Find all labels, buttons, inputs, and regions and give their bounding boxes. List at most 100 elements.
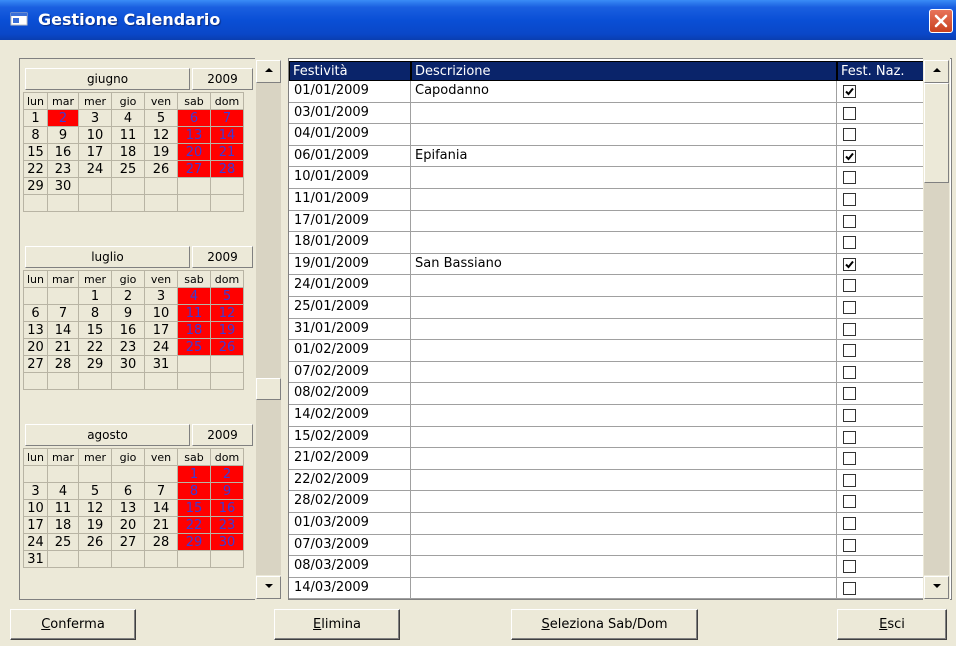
day-cell[interactable]: 15 bbox=[23, 143, 48, 161]
day-cell[interactable]: 16 bbox=[47, 143, 79, 161]
day-cell[interactable]: 26 bbox=[78, 533, 112, 551]
table-row[interactable]: 08/02/2009 bbox=[289, 383, 924, 405]
day-cell[interactable]: 17 bbox=[23, 516, 48, 534]
fest-naz-checkbox[interactable] bbox=[843, 344, 856, 358]
date-cell[interactable]: 18/01/2009 bbox=[294, 234, 369, 249]
day-cell[interactable]: 9 bbox=[111, 304, 145, 322]
day-cell[interactable]: 6 bbox=[177, 109, 211, 127]
day-cell[interactable]: 5 bbox=[210, 287, 244, 305]
day-cell[interactable]: 4 bbox=[177, 287, 211, 305]
date-cell[interactable]: 08/02/2009 bbox=[294, 385, 369, 400]
date-cell[interactable]: 07/02/2009 bbox=[294, 364, 369, 379]
table-row[interactable]: 07/02/2009 bbox=[289, 361, 924, 384]
day-cell[interactable]: 24 bbox=[23, 533, 48, 551]
table-row[interactable]: 15/02/2009 bbox=[289, 426, 924, 449]
day-cell[interactable]: 11 bbox=[111, 126, 145, 144]
day-cell[interactable]: 3 bbox=[23, 482, 48, 500]
grid-scroll-up-button[interactable] bbox=[924, 60, 949, 83]
day-cell[interactable]: 26 bbox=[144, 160, 178, 178]
day-cell[interactable]: 16 bbox=[111, 321, 145, 339]
day-cell[interactable]: 19 bbox=[210, 321, 244, 339]
day-cell[interactable]: 19 bbox=[144, 143, 178, 161]
day-cell[interactable]: 12 bbox=[78, 499, 112, 517]
table-row[interactable]: 31/01/2009 bbox=[289, 318, 924, 341]
fest-naz-checkbox[interactable] bbox=[843, 128, 856, 142]
day-cell[interactable]: 8 bbox=[23, 126, 48, 144]
fest-naz-checkbox[interactable] bbox=[843, 257, 856, 271]
fest-naz-checkbox[interactable] bbox=[843, 279, 856, 293]
table-row[interactable]: 14/03/2009 bbox=[289, 577, 924, 599]
day-cell[interactable]: 13 bbox=[177, 126, 211, 144]
day-cell[interactable]: 4 bbox=[47, 482, 79, 500]
day-cell[interactable]: 7 bbox=[47, 304, 79, 322]
day-cell[interactable]: 8 bbox=[78, 304, 112, 322]
date-cell[interactable]: 14/02/2009 bbox=[294, 407, 369, 422]
day-cell[interactable]: 4 bbox=[111, 109, 145, 127]
fest-naz-checkbox[interactable] bbox=[843, 452, 856, 466]
day-cell[interactable]: 24 bbox=[78, 160, 112, 178]
day-cell[interactable]: 31 bbox=[23, 550, 48, 568]
day-cell[interactable]: 15 bbox=[78, 321, 112, 339]
column-header-descrizione[interactable]: Descrizione bbox=[411, 61, 837, 81]
column-header-festivita[interactable]: Festività bbox=[289, 61, 411, 81]
table-row[interactable]: 08/03/2009 bbox=[289, 556, 924, 578]
day-cell[interactable]: 25 bbox=[177, 338, 211, 356]
day-cell[interactable]: 29 bbox=[177, 533, 211, 551]
day-cell[interactable]: 27 bbox=[23, 355, 48, 373]
day-cell[interactable]: 23 bbox=[47, 160, 79, 178]
table-row[interactable]: 01/02/2009 bbox=[289, 340, 924, 362]
date-cell[interactable]: 06/01/2009 bbox=[294, 148, 369, 163]
day-cell[interactable]: 8 bbox=[177, 482, 211, 500]
day-cell[interactable]: 14 bbox=[210, 126, 244, 144]
day-cell[interactable]: 14 bbox=[144, 499, 178, 517]
day-cell[interactable]: 30 bbox=[47, 177, 79, 195]
day-cell[interactable]: 10 bbox=[144, 304, 178, 322]
date-cell[interactable]: 03/01/2009 bbox=[294, 105, 369, 120]
fest-naz-checkbox[interactable] bbox=[843, 322, 856, 336]
day-cell[interactable]: 26 bbox=[210, 338, 244, 356]
day-cell[interactable]: 25 bbox=[111, 160, 145, 178]
day-cell[interactable]: 18 bbox=[177, 321, 211, 339]
date-cell[interactable]: 21/02/2009 bbox=[294, 450, 369, 465]
grid-scrollbar[interactable] bbox=[923, 58, 950, 600]
day-cell[interactable]: 15 bbox=[177, 499, 211, 517]
day-cell[interactable]: 20 bbox=[111, 516, 145, 534]
table-row[interactable]: 22/02/2009 bbox=[289, 469, 924, 492]
date-cell[interactable]: 01/03/2009 bbox=[294, 515, 369, 530]
calendar-scrollbar[interactable] bbox=[255, 58, 282, 600]
date-cell[interactable]: 11/01/2009 bbox=[294, 191, 369, 206]
date-cell[interactable]: 14/03/2009 bbox=[294, 580, 369, 595]
day-cell[interactable]: 12 bbox=[144, 126, 178, 144]
grid-scroll-thumb[interactable] bbox=[924, 83, 949, 183]
date-cell[interactable]: 31/01/2009 bbox=[294, 321, 369, 336]
day-cell[interactable]: 1 bbox=[23, 109, 48, 127]
day-cell[interactable]: 31 bbox=[144, 355, 178, 373]
day-cell[interactable]: 11 bbox=[47, 499, 79, 517]
date-cell[interactable]: 08/03/2009 bbox=[294, 558, 369, 573]
date-cell[interactable]: 24/01/2009 bbox=[294, 277, 369, 292]
day-cell[interactable]: 5 bbox=[78, 482, 112, 500]
day-cell[interactable]: 12 bbox=[210, 304, 244, 322]
fest-naz-checkbox[interactable] bbox=[843, 193, 856, 206]
day-cell[interactable]: 22 bbox=[177, 516, 211, 534]
close-button[interactable] bbox=[929, 9, 953, 33]
description-cell[interactable]: Epifania bbox=[415, 148, 467, 163]
date-cell[interactable]: 01/02/2009 bbox=[294, 342, 369, 357]
date-cell[interactable]: 17/01/2009 bbox=[294, 213, 369, 228]
day-cell[interactable]: 7 bbox=[144, 482, 178, 500]
day-cell[interactable]: 2 bbox=[47, 109, 79, 127]
fest-naz-checkbox[interactable] bbox=[843, 517, 856, 530]
fest-naz-checkbox[interactable] bbox=[843, 301, 856, 314]
day-cell[interactable]: 14 bbox=[47, 321, 79, 339]
date-cell[interactable]: 07/03/2009 bbox=[294, 537, 369, 552]
day-cell[interactable]: 9 bbox=[210, 482, 244, 500]
date-cell[interactable]: 10/01/2009 bbox=[294, 169, 369, 184]
table-row[interactable]: 19/01/2009 San Bassiano bbox=[289, 253, 924, 276]
day-cell[interactable]: 21 bbox=[144, 516, 178, 534]
fest-naz-checkbox[interactable] bbox=[843, 85, 856, 98]
conferma-button[interactable]: Conferma bbox=[10, 609, 136, 640]
day-cell[interactable]: 10 bbox=[78, 126, 112, 144]
day-cell[interactable]: 29 bbox=[78, 355, 112, 373]
day-cell[interactable]: 20 bbox=[23, 338, 48, 356]
day-cell[interactable]: 25 bbox=[47, 533, 79, 551]
